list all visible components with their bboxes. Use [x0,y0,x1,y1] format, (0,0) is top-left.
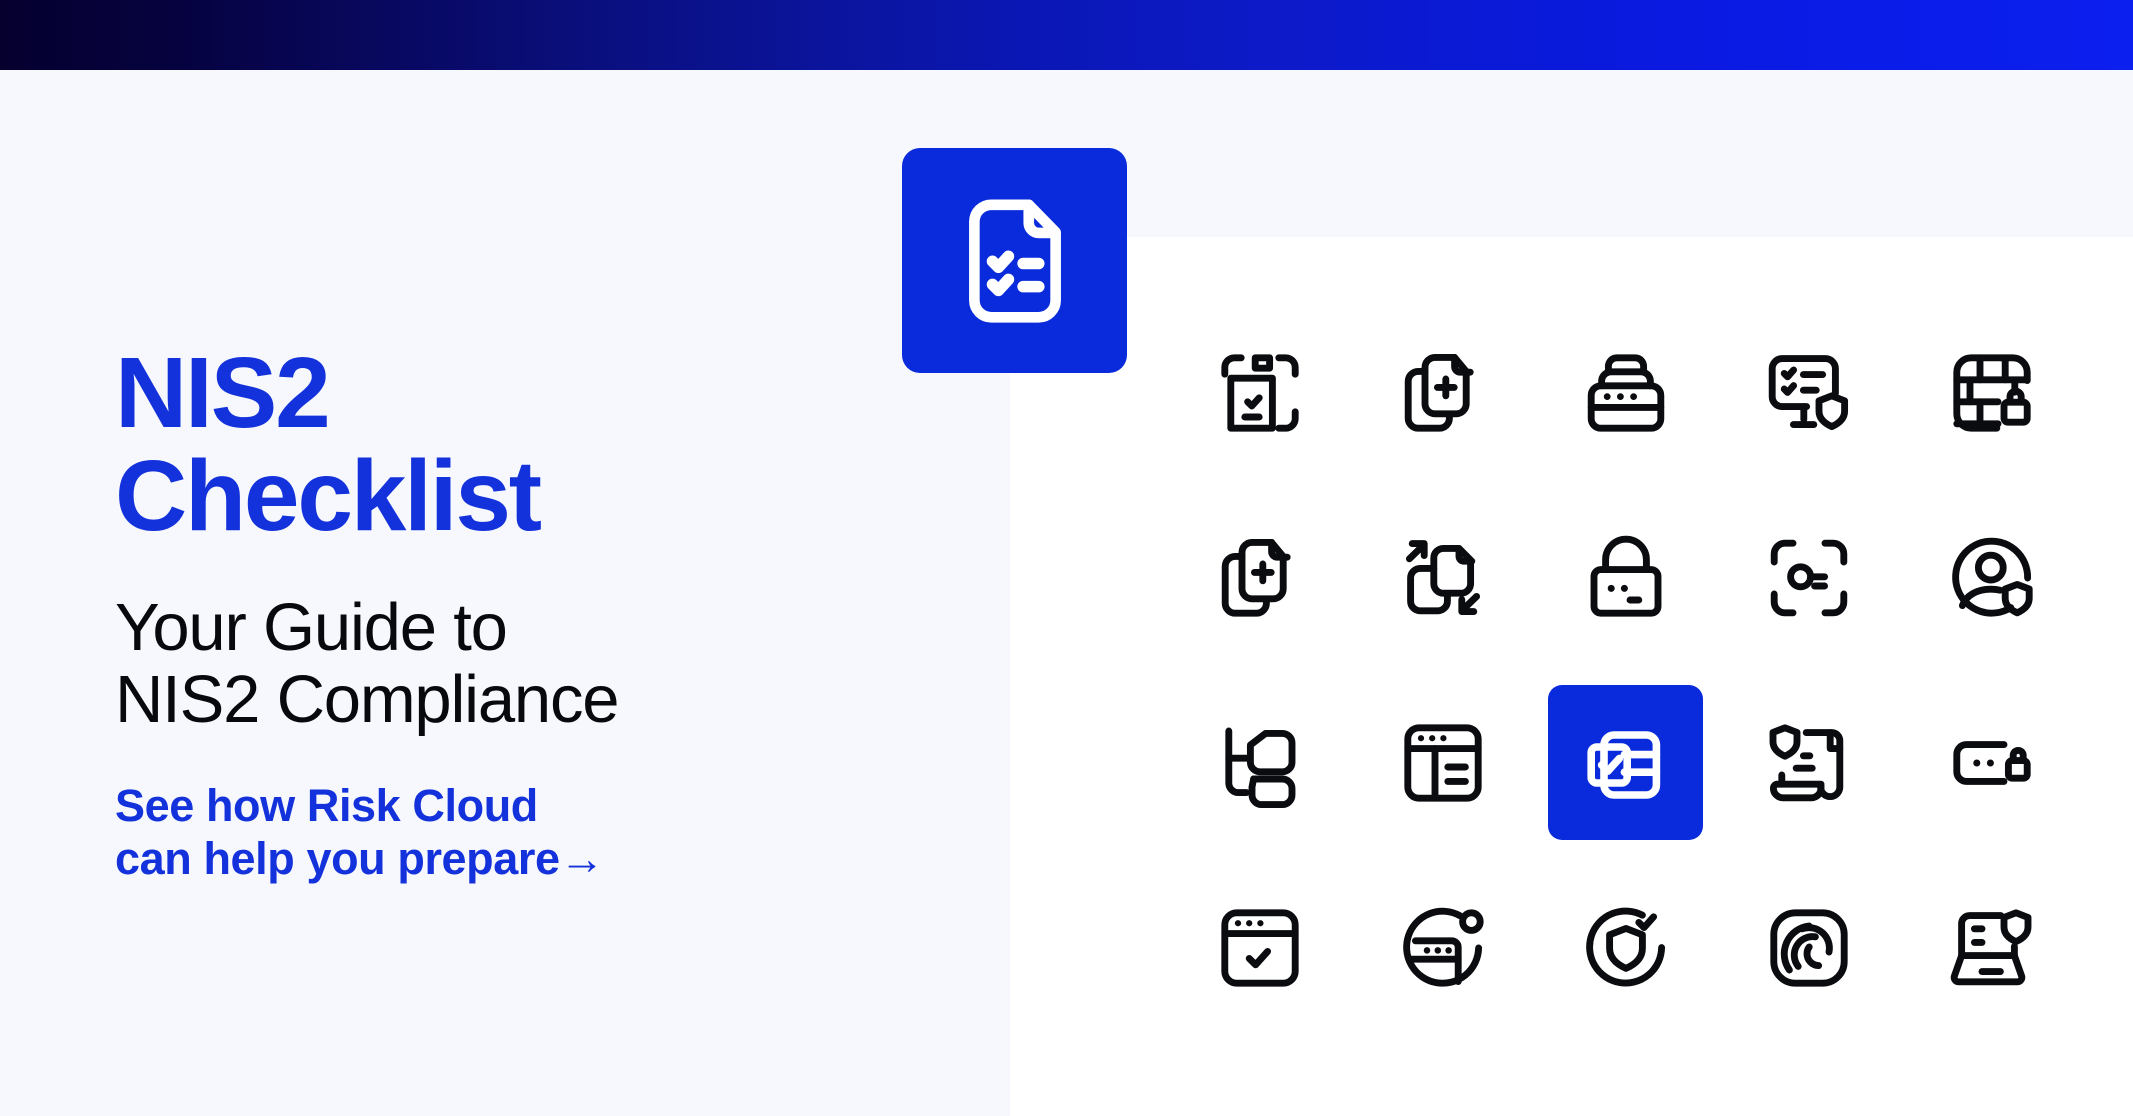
icon-cell-key-scan-frame[interactable] [1731,500,1886,655]
document-checklist-tile[interactable] [902,148,1127,373]
scan-document-check-icon [1220,353,1299,432]
browser-layout-icon [1403,723,1482,802]
icon-cell-server-stack-password[interactable] [1548,315,1703,470]
icon-cell-browser-layout[interactable] [1365,685,1520,840]
server-stack-password-icon [1587,353,1664,432]
icon-cell-checkbox-panel[interactable] [1548,685,1703,840]
icon-cell-padlock-password[interactable] [1548,500,1703,655]
checkbox-panel-icon [1586,730,1660,799]
top-gradient-bar [0,0,2133,70]
hero-copy-block: NIS2 Checklist Your Guide to NIS2 Compli… [115,342,955,886]
document-checklist-icon [968,198,1061,323]
icon-cell-monitor-checklist-shield[interactable] [1731,315,1886,470]
icon-cell-user-profile-shield[interactable] [1914,500,2069,655]
icon-cell-globe-password[interactable] [1365,870,1520,1025]
globe-password-icon [1402,907,1484,987]
shield-scroll-certificate-icon [1769,723,1843,801]
icon-cell-browser-check[interactable] [1182,870,1337,1025]
monitor-checklist-shield-icon [1768,354,1848,430]
page-root: NIS2 Checklist Your Guide to NIS2 Compli… [0,0,2133,1116]
password-field-lock-icon [1952,740,2031,785]
duplicate-document-plus-icon [1221,538,1291,617]
padlock-password-icon [1590,535,1661,617]
fingerprint-icon [1769,908,1848,987]
icon-cell-hierarchy-tree[interactable] [1182,685,1337,840]
icon-cell-transfer-documents-arrows[interactable] [1365,500,1520,655]
icon-cell-scan-document-check[interactable] [1182,315,1337,470]
hierarchy-tree-icon [1224,727,1295,808]
icon-cell-fingerprint[interactable] [1731,870,1886,1025]
icon-cell-password-field-lock[interactable] [1914,685,2069,840]
page-subtitle: Your Guide to NIS2 Compliance [115,590,620,737]
hero-left-pane: NIS2 Checklist Your Guide to NIS2 Compli… [0,70,1010,1116]
user-profile-shield-icon [1951,537,2033,617]
laptop-shield-icon [1950,908,2031,985]
firewall-lock-icon [1952,353,2031,432]
icon-cell-copy-document-plus[interactable] [1365,315,1520,470]
icon-cell-laptop-shield[interactable] [1914,870,2069,1025]
icon-cell-firewall-lock[interactable] [1914,315,2069,470]
security-icon-grid [1168,300,2084,1040]
browser-check-icon [1220,908,1299,987]
copy-document-plus-icon [1404,353,1474,432]
panel-top-strip [1010,70,2133,237]
icon-cell-duplicate-document-plus[interactable] [1182,500,1337,655]
icon-cell-shield-scroll-certificate[interactable] [1731,685,1886,840]
page-title: NIS2 Checklist [115,337,542,552]
arrow-right-icon: → [559,833,605,885]
icon-cell-shield-circle-check[interactable] [1548,870,1703,1025]
key-scan-frame-icon [1770,539,1847,616]
shield-circle-check-icon [1585,907,1665,986]
cta-link-label: See how Risk Cloud can help you prepare [115,780,560,885]
transfer-documents-arrows-icon [1405,539,1480,615]
cta-link[interactable]: See how Risk Cloud can help you prepare→ [115,779,955,885]
